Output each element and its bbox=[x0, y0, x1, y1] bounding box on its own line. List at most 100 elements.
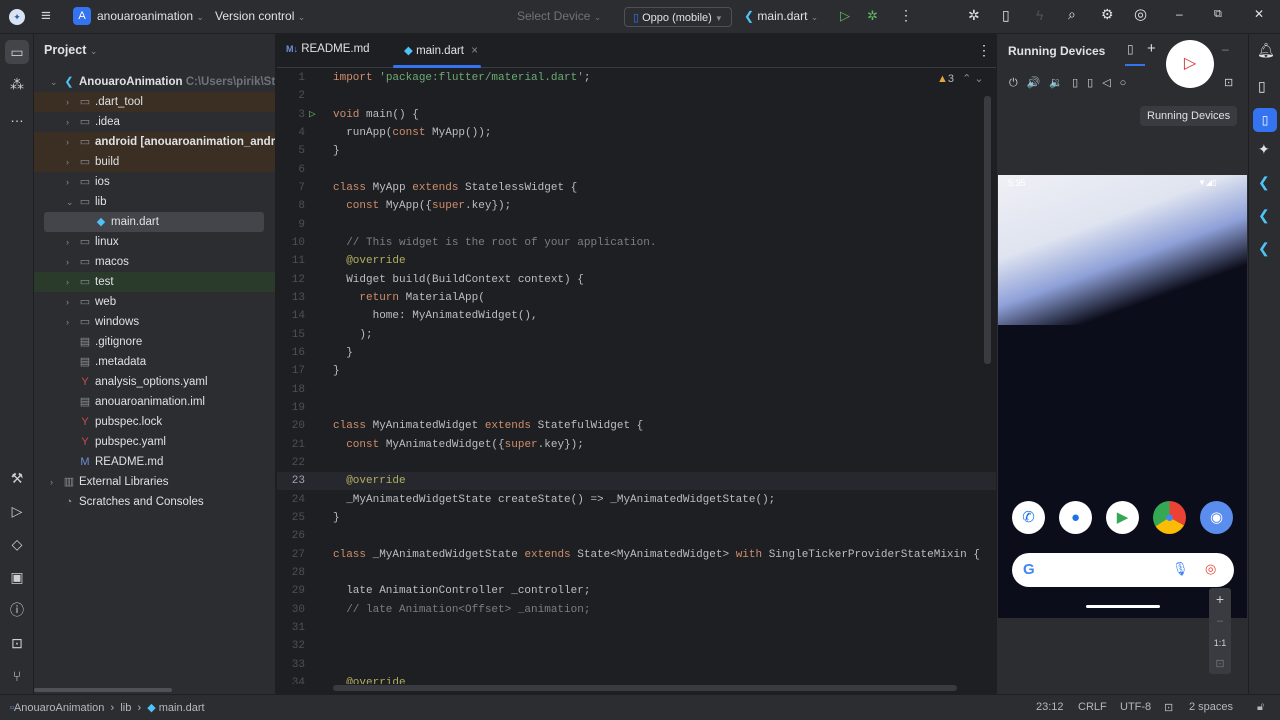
chrome-app-icon[interactable]: ● bbox=[1153, 501, 1186, 534]
tab-main-dart[interactable]: ◆ main.dart × bbox=[404, 43, 478, 57]
chevron-down-icon[interactable]: ⌄ bbox=[66, 192, 76, 212]
screen-record-icon[interactable]: ▷ bbox=[1166, 40, 1214, 88]
more-tools-icon[interactable]: … bbox=[7, 107, 27, 127]
device-dropdown[interactable]: ▯ Oppo (mobile) ▼ bbox=[624, 7, 732, 27]
indent-setting[interactable]: 2 spaces bbox=[1189, 701, 1233, 713]
run-icon[interactable]: ▷ bbox=[840, 8, 850, 24]
tree-item[interactable]: Ypubspec.lock bbox=[34, 412, 275, 432]
select-device-dropdown[interactable]: Select Device ⌄ bbox=[517, 9, 601, 23]
git-icon[interactable]: ⑂ bbox=[7, 666, 27, 686]
zoom-fit-button[interactable]: ⊡ bbox=[1209, 654, 1231, 674]
caret-position[interactable]: 23:12 bbox=[1036, 701, 1064, 713]
tree-item[interactable]: › ▥ External Libraries bbox=[34, 472, 275, 492]
chevron-down-icon[interactable]: ⌄ bbox=[50, 72, 60, 92]
line-separator[interactable]: CRLF bbox=[1078, 701, 1107, 713]
zoom-in-button[interactable]: + bbox=[1209, 588, 1231, 610]
tree-item[interactable]: › ▭ ios bbox=[34, 172, 275, 192]
tree-item[interactable]: ◆ main.dart bbox=[44, 212, 264, 232]
flutter-inspector-icon[interactable]: ❮ bbox=[1258, 174, 1270, 191]
project-view-selector[interactable]: Project ⌄ bbox=[44, 43, 97, 57]
chevron-right-icon[interactable]: › bbox=[66, 232, 76, 252]
breadcrumb-item[interactable]: main.dart bbox=[159, 702, 205, 714]
phone-app-icon[interactable]: ✆ bbox=[1012, 501, 1045, 534]
structure-tool-icon[interactable]: ⁂ bbox=[7, 74, 27, 94]
run-tool-icon[interactable]: ▷ bbox=[7, 501, 27, 521]
close-tab-icon[interactable]: × bbox=[471, 45, 478, 57]
tree-item[interactable]: ⌄ ▭ lib bbox=[34, 192, 275, 212]
horizontal-scrollbar[interactable] bbox=[333, 685, 957, 691]
tree-item[interactable]: ▤ .metadata bbox=[34, 352, 275, 372]
restore-button[interactable]: ⧉ bbox=[1214, 8, 1222, 21]
run-gutter-icon[interactable]: ▷ bbox=[309, 106, 316, 124]
code-area[interactable]: 1 import 'package:flutter/material.dart';… bbox=[277, 69, 996, 684]
gemini-icon[interactable]: ✦ bbox=[1258, 141, 1270, 158]
add-device-button[interactable]: + bbox=[1147, 40, 1156, 57]
gesture-nav-bar[interactable] bbox=[1086, 605, 1160, 608]
editor-more-icon[interactable]: ⋮ bbox=[977, 42, 991, 59]
running-devices-tool-icon[interactable]: ▯ bbox=[1253, 108, 1277, 132]
screenshot-icon[interactable]: ⊡ bbox=[1224, 76, 1233, 89]
notifications-icon[interactable]: 🔔︎ bbox=[1257, 42, 1275, 59]
chevron-right-icon[interactable]: › bbox=[66, 112, 76, 132]
minimize-button[interactable]: – bbox=[1176, 7, 1183, 21]
code-editor[interactable]: M↓ README.md ◆ main.dart × ⋮ ▲3 ⌃ ⌄ 1 imp… bbox=[277, 34, 996, 694]
tree-item[interactable]: › ▭ .dart_tool bbox=[34, 92, 275, 112]
close-window-button[interactable]: ✕ bbox=[1254, 7, 1264, 21]
version-control-menu[interactable]: Version control ⌄ bbox=[215, 9, 305, 23]
hide-panel-button[interactable]: – bbox=[1222, 42, 1229, 56]
microphone-icon[interactable]: 🎙 bbox=[1172, 561, 1189, 577]
chevron-right-icon[interactable]: › bbox=[66, 272, 76, 292]
tree-item[interactable]: Yanalysis_options.yaml bbox=[34, 372, 275, 392]
debug-icon[interactable]: ✲ bbox=[867, 8, 878, 24]
zoom-actual-size-button[interactable]: 1:1 bbox=[1209, 632, 1231, 654]
bug-icon[interactable]: ✲ bbox=[968, 7, 980, 24]
tree-item[interactable]: M README.md bbox=[34, 452, 275, 472]
tree-item[interactable]: ▤ .gitignore bbox=[34, 332, 275, 352]
horizontal-scrollbar[interactable] bbox=[34, 688, 172, 692]
tab-readme[interactable]: M↓ README.md bbox=[286, 43, 370, 55]
hot-reload-icon[interactable]: ϟ bbox=[1036, 7, 1043, 23]
tree-item[interactable]: › ▭ macos bbox=[34, 252, 275, 272]
file-encoding[interactable]: UTF-8 bbox=[1120, 701, 1151, 713]
project-tool-icon[interactable]: ▭ bbox=[5, 40, 29, 64]
tree-item[interactable]: › ▭ linux bbox=[34, 232, 275, 252]
chevron-right-icon[interactable]: › bbox=[50, 472, 60, 492]
chevron-right-icon[interactable]: › bbox=[66, 92, 76, 112]
terminal-icon[interactable]: ⊡ bbox=[7, 633, 27, 653]
tree-item[interactable]: ▤ anouaroanimation.iml bbox=[34, 392, 275, 412]
zoom-out-button[interactable]: – bbox=[1209, 610, 1231, 632]
device-screen[interactable]: 5:35 ▼◢▯ Sat, Aug ✆ ● ▶ ● ◉ G 🎙 ◎ bbox=[998, 175, 1247, 618]
chevron-right-icon[interactable]: › bbox=[66, 252, 76, 272]
breadcrumb-item[interactable]: AnouaroAnimation bbox=[14, 702, 105, 714]
tree-item[interactable]: ◔ Scratches and Consoles bbox=[34, 492, 275, 512]
android-studio-logo-icon[interactable]: ✦ bbox=[9, 9, 25, 25]
device-tab-icon[interactable]: ▯ bbox=[1127, 42, 1134, 56]
chevron-right-icon[interactable]: › bbox=[66, 292, 76, 312]
tree-item[interactable]: › ▭ .idea bbox=[34, 112, 275, 132]
run-config-dropdown[interactable]: ❮ main.dart ⌄ bbox=[744, 9, 818, 23]
tree-item[interactable]: › ▭ test bbox=[34, 272, 275, 292]
app-quality-icon[interactable]: ◇ bbox=[7, 534, 27, 554]
play-store-app-icon[interactable]: ▶ bbox=[1106, 501, 1139, 534]
tree-item[interactable]: Ypubspec.yaml bbox=[34, 432, 275, 452]
messages-app-icon[interactable]: ● bbox=[1059, 501, 1092, 534]
search-icon[interactable]: ⌕ bbox=[1068, 6, 1076, 23]
settings-icon[interactable]: ⚙ bbox=[1101, 6, 1114, 23]
camera-app-icon[interactable]: ◉ bbox=[1200, 501, 1233, 534]
flutter-performance-icon[interactable]: ❮ bbox=[1258, 240, 1270, 257]
build-tool-icon[interactable]: ⚒ bbox=[7, 468, 27, 488]
flutter-outline-icon[interactable]: ❮ bbox=[1258, 207, 1270, 224]
logcat-icon[interactable]: ▣ bbox=[7, 567, 27, 587]
account-icon[interactable]: ◎ bbox=[1134, 5, 1147, 23]
chevron-right-icon[interactable]: › bbox=[66, 132, 76, 152]
tree-item[interactable]: › ▭ build bbox=[34, 152, 275, 172]
lens-icon[interactable]: ◎ bbox=[1205, 561, 1216, 577]
tree-item[interactable]: › ▭ android [anouaroanimation_andr bbox=[34, 132, 275, 152]
main-menu-icon[interactable]: ≡ bbox=[41, 6, 51, 26]
chevron-right-icon[interactable]: › bbox=[66, 172, 76, 192]
google-search-bar[interactable]: G 🎙 ◎ bbox=[1012, 553, 1234, 587]
chevron-right-icon[interactable]: › bbox=[66, 152, 76, 172]
device-manager-tool-icon[interactable]: ▯ bbox=[1258, 78, 1266, 95]
breadcrumb-item[interactable]: lib bbox=[120, 702, 131, 714]
tree-item[interactable]: › ▭ web bbox=[34, 292, 275, 312]
